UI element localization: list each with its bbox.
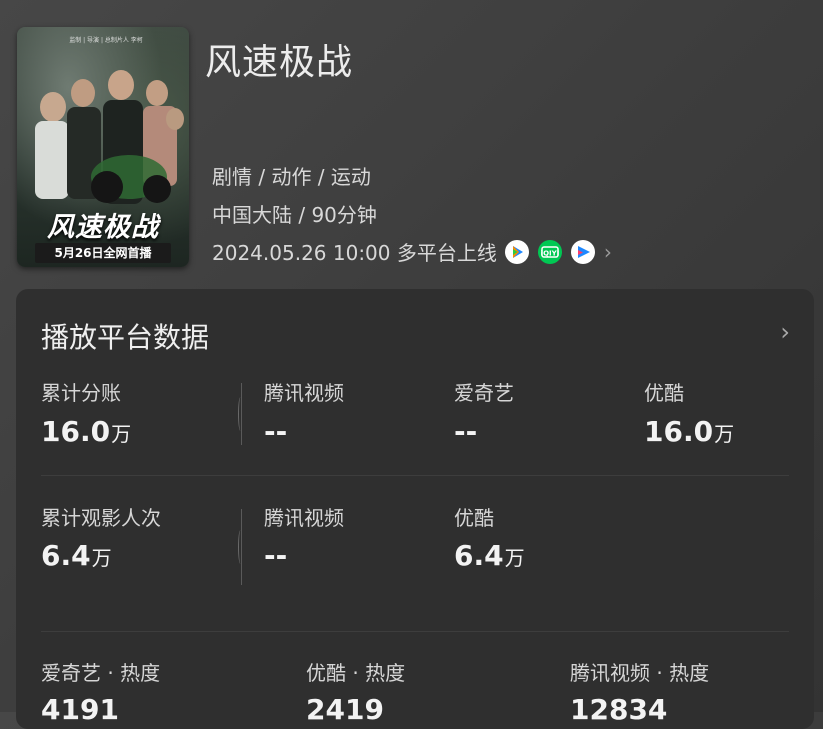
section-divider: [41, 631, 789, 632]
platform-icons: iQIYI: [504, 239, 604, 264]
revenue-tencent-label: 腾讯视频: [264, 381, 344, 405]
revenue-youku-label: 优酷: [644, 381, 684, 405]
movie-region-duration: 中国大陆 / 90分钟: [212, 203, 377, 227]
heat-iqiyi-label: 爱奇艺 · 热度: [41, 661, 161, 685]
views-tencent-label: 腾讯视频: [264, 506, 344, 530]
poster-title: 风速极战: [47, 212, 159, 243]
heat-youku-label: 优酷 · 热度: [306, 661, 406, 685]
poster-credit: 监制 | 导演 | 总制片人 李柯: [69, 37, 143, 44]
svg-text:iQIYI: iQIYI: [541, 249, 560, 257]
revenue-total-value: 16.0万: [41, 415, 132, 448]
views-tencent-value: --: [264, 539, 288, 572]
heat-iqiyi-value: 4191: [41, 693, 119, 726]
chevron-right-icon[interactable]: ›: [780, 318, 790, 346]
card-title: 播放平台数据: [41, 321, 210, 354]
section-divider: [41, 475, 789, 476]
youku-icon[interactable]: [570, 239, 595, 264]
movie-release-text: 2024.05.26 10:00 多平台上线: [212, 241, 497, 265]
row-divider: [238, 383, 242, 445]
heat-tencent-label: 腾讯视频 · 热度: [570, 661, 710, 685]
movie-genres: 剧情 / 动作 / 运动: [212, 165, 371, 189]
movie-release-row[interactable]: 2024.05.26 10:00 多平台上线 iQIYI ›: [212, 237, 612, 266]
revenue-iqiyi-value: --: [454, 415, 478, 448]
platform-data-card: 播放平台数据 › 累计分账 16.0万 腾讯视频 -- 爱奇艺 -- 优酷 16…: [16, 289, 814, 729]
heat-youku-value: 2419: [306, 693, 384, 726]
iqiyi-icon[interactable]: iQIYI: [537, 239, 562, 264]
views-total-value: 6.4万: [41, 539, 112, 572]
views-total-label: 累计观影人次: [41, 506, 161, 530]
views-youku-label: 优酷: [454, 506, 494, 530]
chevron-right-icon[interactable]: ›: [604, 240, 612, 264]
poster-release-date: 5月26日全网首播: [35, 243, 171, 263]
movie-title: 风速极战: [205, 42, 354, 83]
views-youku-value: 6.4万: [454, 539, 525, 572]
row-divider: [238, 509, 242, 585]
revenue-tencent-value: --: [264, 415, 288, 448]
movie-poster[interactable]: 监制 | 导演 | 总制片人 李柯 风速极战 5月26日全网首播: [17, 27, 189, 267]
revenue-iqiyi-label: 爱奇艺: [454, 381, 514, 405]
tencent-video-icon[interactable]: [504, 239, 529, 264]
revenue-total-label: 累计分账: [41, 381, 121, 405]
revenue-youku-value: 16.0万: [644, 415, 735, 448]
heat-tencent-value: 12834: [570, 693, 668, 726]
